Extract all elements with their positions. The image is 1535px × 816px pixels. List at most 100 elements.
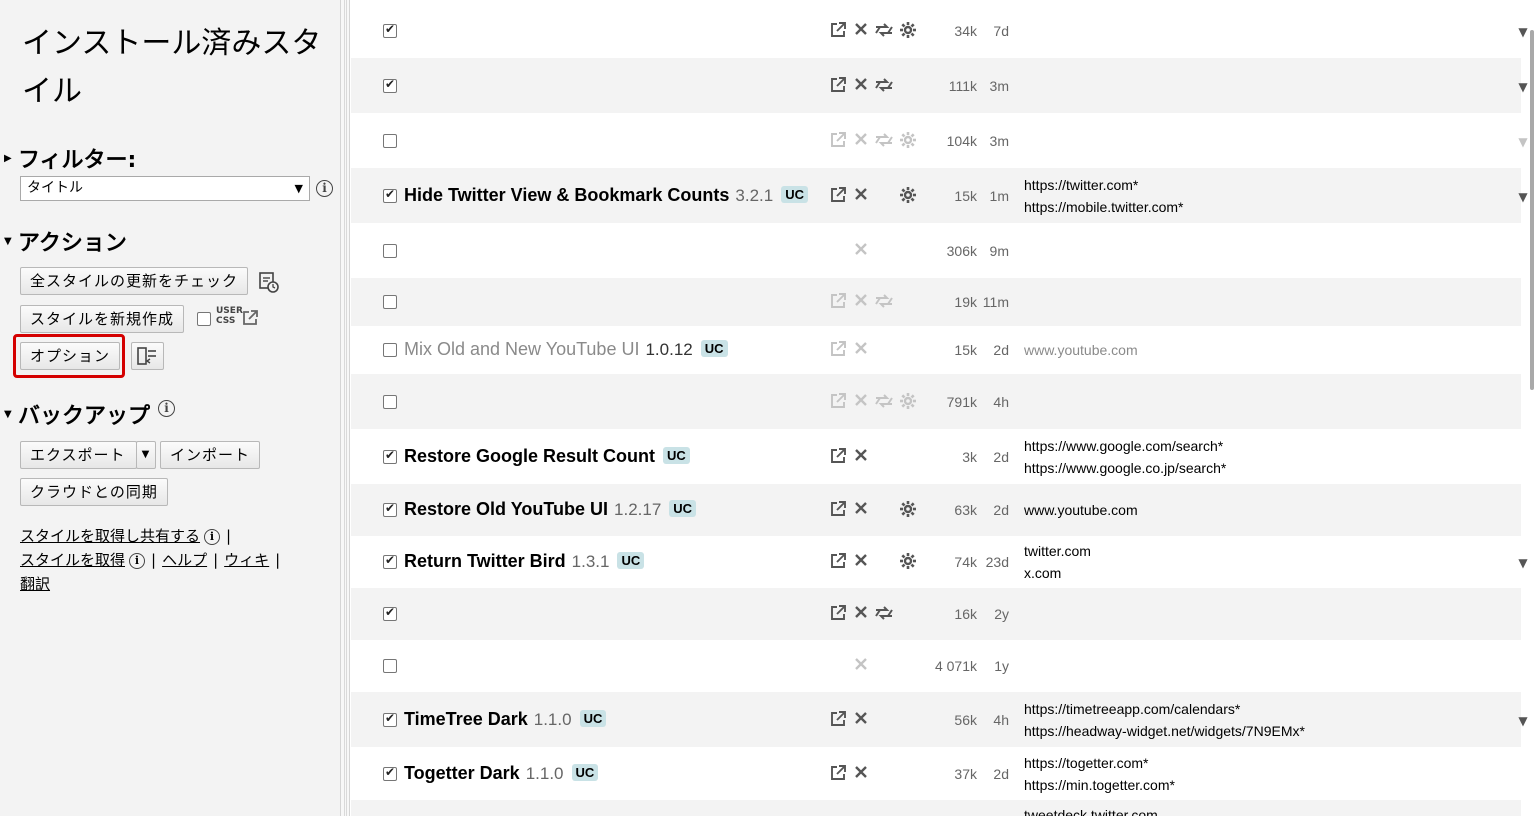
style-enable-checkbox[interactable]: [383, 343, 397, 357]
update-icon[interactable]: [874, 21, 894, 41]
external-link-icon[interactable]: [241, 309, 259, 327]
style-enable-checkbox[interactable]: [383, 448, 397, 464]
update-icon[interactable]: [874, 292, 894, 312]
style-row[interactable]: 104k 3m ▼: [351, 113, 1528, 168]
filter-select[interactable]: タイトル ▼: [20, 176, 310, 201]
edit-icon[interactable]: [828, 21, 848, 41]
check-updates-button[interactable]: 全スタイルの更新をチェック: [20, 267, 249, 295]
edit-icon[interactable]: [828, 131, 848, 151]
config-icon[interactable]: [898, 21, 918, 41]
style-row[interactable]: Hide Twitter View & Bookmark Counts3.2.1…: [351, 168, 1528, 223]
style-name[interactable]: TimeTree Dark 1.1.0 UC: [404, 709, 607, 730]
delete-icon[interactable]: [851, 710, 871, 730]
style-enable-checkbox[interactable]: [383, 187, 397, 203]
style-row[interactable]: 791k 4h: [351, 374, 1521, 429]
style-row[interactable]: 19k 11m: [351, 278, 1521, 326]
edit-icon[interactable]: [828, 76, 848, 96]
style-row[interactable]: Return Twitter Bird1.3.1UC74k23dtwitter.…: [351, 536, 1528, 588]
style-enable-checkbox[interactable]: [383, 22, 397, 38]
style-enable-checkbox[interactable]: [383, 711, 397, 727]
cloud-sync-button[interactable]: クラウドとの同期: [20, 478, 168, 506]
edit-icon[interactable]: [828, 392, 848, 412]
import-button[interactable]: インポート: [160, 441, 261, 469]
delete-icon[interactable]: [851, 447, 871, 467]
filter-heading[interactable]: ▶ フィルター:: [4, 142, 136, 174]
style-enable-checkbox[interactable]: [383, 295, 397, 309]
actions-heading[interactable]: ▼ アクション: [4, 225, 127, 257]
style-enable-checkbox[interactable]: [383, 553, 397, 569]
export-button[interactable]: エクスポート: [20, 441, 137, 469]
style-row[interactable]: 16k 2y: [351, 588, 1521, 640]
config-icon[interactable]: [898, 186, 918, 206]
style-enable-checkbox[interactable]: [383, 243, 397, 258]
update-schedule-icon[interactable]: [259, 271, 279, 293]
style-row[interactable]: Restore Old YouTube UI1.2.17UC63k2dwww.y…: [351, 484, 1521, 536]
usercss-checkbox[interactable]: [197, 312, 211, 326]
delete-icon[interactable]: [851, 21, 871, 41]
get-styles-link[interactable]: スタイルを取得: [20, 551, 125, 569]
config-icon[interactable]: [898, 392, 918, 412]
edit-icon[interactable]: [828, 764, 848, 784]
delete-icon[interactable]: [851, 340, 871, 360]
style-row[interactable]: 111k3m▼: [351, 58, 1528, 113]
style-enable-checkbox[interactable]: [383, 501, 397, 517]
config-icon[interactable]: [898, 131, 918, 151]
edit-icon[interactable]: [828, 340, 848, 360]
export-dropdown-button[interactable]: ▼: [136, 441, 156, 469]
edit-icon[interactable]: [828, 292, 848, 312]
wiki-link[interactable]: ウィキ: [224, 551, 269, 569]
config-icon[interactable]: [898, 500, 918, 520]
new-style-button[interactable]: スタイルを新規作成: [20, 305, 185, 333]
style-enable-checkbox[interactable]: [383, 77, 397, 93]
update-icon[interactable]: [874, 604, 894, 624]
style-name[interactable]: Hide Twitter View & Bookmark Counts 3.2.1…: [404, 185, 808, 206]
style-row[interactable]: Togetter Dark1.1.0UC37k2dhttps://togette…: [351, 747, 1521, 800]
style-name[interactable]: Restore Google Result Count UC: [404, 446, 690, 467]
scrollbar[interactable]: [1529, 0, 1535, 816]
style-enable-checkbox[interactable]: [383, 659, 397, 673]
style-name[interactable]: Restore Old YouTube UI 1.2.17 UC: [404, 499, 697, 520]
style-row[interactable]: 306k 9m: [351, 223, 1521, 278]
style-row[interactable]: 4 071k 1y: [351, 640, 1521, 692]
style-row[interactable]: 34k7d▼: [351, 3, 1528, 58]
info-icon[interactable]: i: [204, 528, 221, 545]
style-name[interactable]: Return Twitter Bird 1.3.1 UC: [404, 551, 645, 572]
update-icon[interactable]: [874, 131, 894, 151]
style-name[interactable]: Mix Old and New YouTube UI 1.0.12 UC: [404, 339, 728, 360]
style-enable-checkbox[interactable]: [383, 605, 397, 621]
delete-icon[interactable]: [851, 392, 871, 412]
edit-icon[interactable]: [828, 500, 848, 520]
delete-icon[interactable]: [851, 500, 871, 520]
style-enable-checkbox[interactable]: [383, 394, 397, 409]
delete-icon[interactable]: [851, 604, 871, 624]
delete-icon[interactable]: [851, 131, 871, 151]
style-row[interactable]: Mix Old and New YouTube UI 1.0.12 UC 15k 2d w…: [351, 326, 1521, 374]
update-icon[interactable]: [874, 76, 894, 96]
delete-icon[interactable]: [851, 292, 871, 312]
delete-icon[interactable]: [851, 241, 871, 261]
style-row[interactable]: tweetdeck.twitter.com: [351, 800, 1521, 816]
update-icon[interactable]: [874, 392, 894, 412]
backup-heading[interactable]: ▼ バックアップ: [4, 398, 150, 430]
info-icon[interactable]: i: [129, 552, 146, 569]
edit-icon[interactable]: [828, 186, 848, 206]
style-name[interactable]: Togetter Dark 1.1.0 UC: [404, 763, 599, 784]
style-enable-checkbox[interactable]: [383, 765, 397, 781]
edit-icon[interactable]: [828, 447, 848, 467]
get-share-styles-link[interactable]: スタイルを取得し共有する: [20, 527, 200, 545]
delete-icon[interactable]: [851, 76, 871, 96]
translate-link[interactable]: 翻訳: [20, 575, 50, 593]
edit-icon[interactable]: [828, 604, 848, 624]
info-icon[interactable]: i: [158, 400, 175, 417]
manager-layout-button[interactable]: [131, 342, 164, 370]
delete-icon[interactable]: [851, 186, 871, 206]
delete-icon[interactable]: [851, 656, 871, 676]
delete-icon[interactable]: [851, 552, 871, 572]
style-row[interactable]: TimeTree Dark1.1.0UC56k4hhttps://timetre…: [351, 692, 1528, 747]
edit-icon[interactable]: [828, 552, 848, 572]
scrollbar-thumb[interactable]: [1530, 30, 1534, 390]
edit-icon[interactable]: [828, 710, 848, 730]
config-icon[interactable]: [898, 552, 918, 572]
resize-divider[interactable]: [340, 0, 350, 816]
delete-icon[interactable]: [851, 764, 871, 784]
